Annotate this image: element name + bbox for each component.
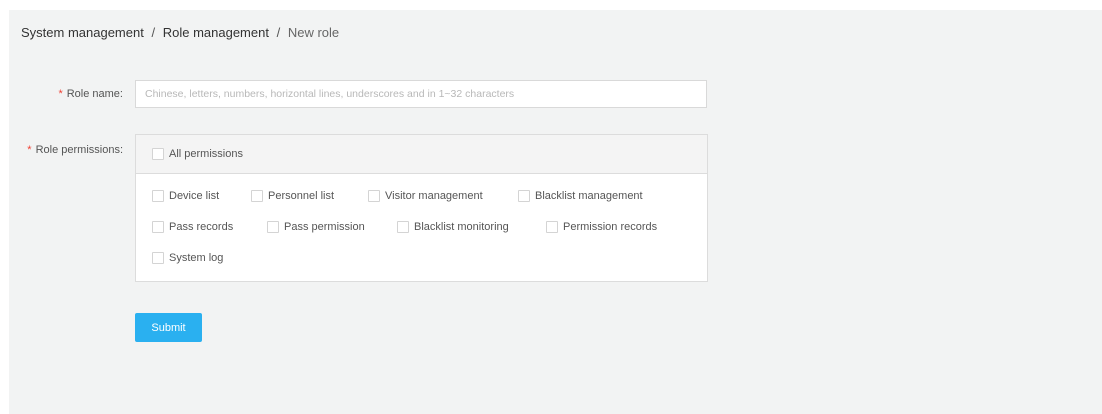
role-permissions-label-text: Role permissions: [35, 144, 123, 156]
permission-blacklist-management-checkbox[interactable]: Blacklist management [518, 190, 643, 202]
role-name-label-text: Role name: [66, 88, 123, 100]
permission-pass-records-checkbox[interactable]: Pass records [152, 221, 233, 233]
breadcrumb-separator: / [151, 25, 156, 40]
checkbox-box[interactable] [267, 221, 279, 233]
permission-option-label: System log [169, 252, 224, 264]
permission-system-log-checkbox[interactable]: System log [152, 252, 223, 264]
permissions-panel-header: All permissions [136, 135, 707, 174]
submit-button[interactable]: Submit [135, 313, 202, 342]
permission-option-label: Blacklist management [535, 190, 643, 202]
checkbox-box[interactable] [251, 190, 263, 202]
permission-option-label: Pass permission [284, 221, 365, 233]
checkbox-box[interactable] [546, 221, 558, 233]
role-name-input[interactable] [135, 80, 707, 108]
permission-option-label: Personnel list [268, 190, 335, 202]
permission-device-list-checkbox[interactable]: Device list [152, 190, 219, 202]
all-permissions-checkbox[interactable]: All permissions [152, 148, 243, 160]
permissions-panel: All permissions Device list Personnel li… [135, 134, 708, 282]
checkbox-box[interactable] [397, 221, 409, 233]
permission-option-label: Permission records [563, 221, 658, 233]
checkbox-box[interactable] [368, 190, 380, 202]
all-permissions-label: All permissions [169, 148, 243, 160]
permission-visitor-management-checkbox[interactable]: Visitor management [368, 190, 483, 202]
checkbox-box[interactable] [152, 190, 164, 202]
checkbox-box[interactable] [152, 148, 164, 160]
permission-option-label: Pass records [169, 221, 234, 233]
permission-option-label: Blacklist monitoring [414, 221, 509, 233]
permission-option-label: Device list [169, 190, 220, 202]
permission-permission-records-checkbox[interactable]: Permission records [546, 221, 657, 233]
required-mark: * [58, 88, 63, 100]
breadcrumb: System management / Role management / Ne… [21, 25, 339, 40]
permission-personnel-list-checkbox[interactable]: Personnel list [251, 190, 334, 202]
checkbox-box[interactable] [152, 221, 164, 233]
breadcrumb-separator: / [276, 25, 281, 40]
permission-blacklist-monitoring-checkbox[interactable]: Blacklist monitoring [397, 221, 509, 233]
permission-option-label: Visitor management [385, 190, 483, 202]
checkbox-box[interactable] [152, 252, 164, 264]
page-content: System management / Role management / Ne… [9, 10, 1102, 414]
breadcrumb-role-management[interactable]: Role management [163, 25, 269, 40]
checkbox-box[interactable] [518, 190, 530, 202]
permission-pass-permission-checkbox[interactable]: Pass permission [267, 221, 365, 233]
role-permissions-label: * Role permissions: [27, 144, 123, 156]
breadcrumb-system-management[interactable]: System management [21, 25, 144, 40]
breadcrumb-current-page: New role [287, 25, 340, 40]
role-name-label: * Role name: [58, 88, 123, 100]
required-mark: * [27, 144, 32, 156]
